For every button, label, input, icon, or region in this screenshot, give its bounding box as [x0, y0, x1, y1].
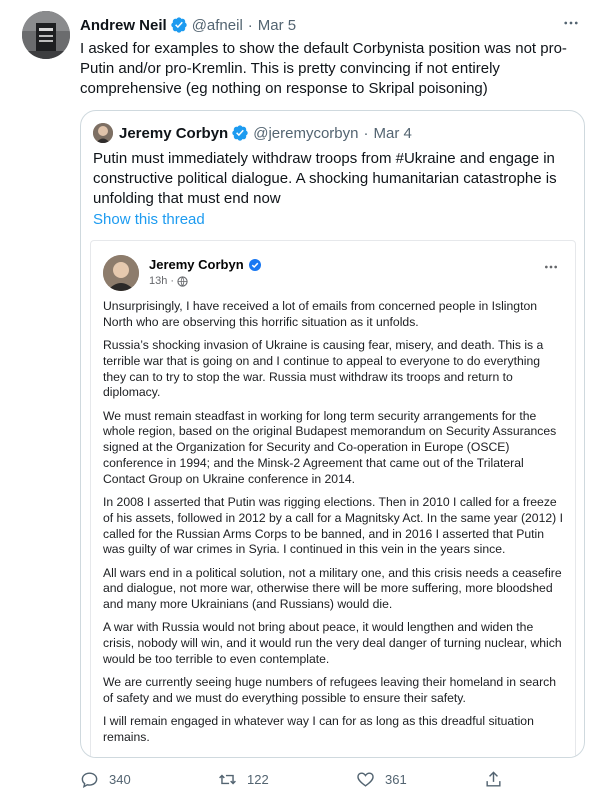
quoted-tweet-date: Mar 4: [373, 124, 412, 142]
post-paragraph: Unsurprisingly, I have received a lot of…: [103, 299, 538, 329]
post-paragraph: We must remain steadfast in working for …: [103, 408, 557, 486]
tweet-text: I asked for examples to show the default…: [80, 40, 567, 97]
quoted-tweet[interactable]: Jeremy Corbyn @jeremycorbyn · Mar 4 Puti…: [80, 110, 585, 758]
quoted-tweet-text: Putin must immediately withdraw troops f…: [93, 150, 557, 207]
reply-count: 340: [109, 771, 131, 787]
retweet-count: 122: [247, 771, 269, 787]
facebook-post-meta: 13h ·: [149, 275, 188, 287]
post-paragraph: In 2008 I asserted that Putin was riggin…: [103, 494, 563, 557]
quoted-tweet-header: Jeremy Corbyn @jeremycorbyn · Mar 4: [93, 123, 412, 143]
facebook-author-name: Jeremy Corbyn: [149, 257, 261, 272]
post-paragraph: I will remain engaged in whatever way I …: [103, 714, 534, 744]
facebook-more-icon: [543, 259, 559, 279]
facebook-verified-icon: [248, 258, 261, 271]
tweet-actions: 340 122 361: [80, 766, 501, 792]
share-icon: [486, 770, 501, 787]
facebook-author-avatar: [103, 255, 139, 291]
post-paragraph: We are currently seeing huge numbers of …: [103, 675, 557, 705]
separator: ·: [247, 16, 253, 34]
show-thread-link[interactable]: Show this thread: [93, 211, 205, 228]
separator: ·: [363, 124, 369, 142]
verified-badge-icon: [231, 124, 249, 142]
post-paragraph: Russia’s shocking invasion of Ukraine is…: [103, 337, 544, 400]
attached-image[interactable]: Jeremy Corbyn 13h · Unsurprisingly, I ha…: [91, 241, 575, 757]
tweet-header: Andrew Neil @afneil · Mar 5: [80, 14, 584, 36]
quoted-author-name[interactable]: Jeremy Corbyn: [119, 125, 228, 142]
post-paragraph: All wars end in a political solution, no…: [103, 565, 562, 612]
like-count: 361: [385, 771, 407, 787]
separator: ·: [170, 275, 175, 287]
facebook-post-time: 13h: [149, 275, 168, 287]
verified-badge-icon: [170, 16, 188, 34]
quoted-author-avatar: [93, 123, 113, 143]
retweet-button[interactable]: 122: [218, 766, 269, 792]
globe-icon: [177, 275, 188, 287]
tweet-date[interactable]: Mar 5: [258, 17, 296, 34]
quoted-author-handle: @jeremycorbyn: [253, 124, 359, 142]
author-handle[interactable]: @afneil: [192, 17, 243, 34]
author-name[interactable]: Andrew Neil: [80, 17, 167, 34]
heart-icon: [357, 771, 374, 787]
reply-icon: [81, 771, 98, 788]
facebook-author-name-text: Jeremy Corbyn: [149, 257, 244, 272]
retweet-icon: [219, 774, 236, 784]
post-paragraph: A war with Russia would not bring about …: [103, 620, 562, 666]
more-options-icon[interactable]: [558, 10, 584, 36]
facebook-post-body: Unsurprisingly, I have received a lot of…: [103, 299, 565, 753]
reply-button[interactable]: 340: [80, 766, 131, 792]
author-avatar[interactable]: [22, 11, 70, 59]
share-button[interactable]: [484, 766, 513, 792]
like-button[interactable]: 361: [356, 766, 407, 792]
